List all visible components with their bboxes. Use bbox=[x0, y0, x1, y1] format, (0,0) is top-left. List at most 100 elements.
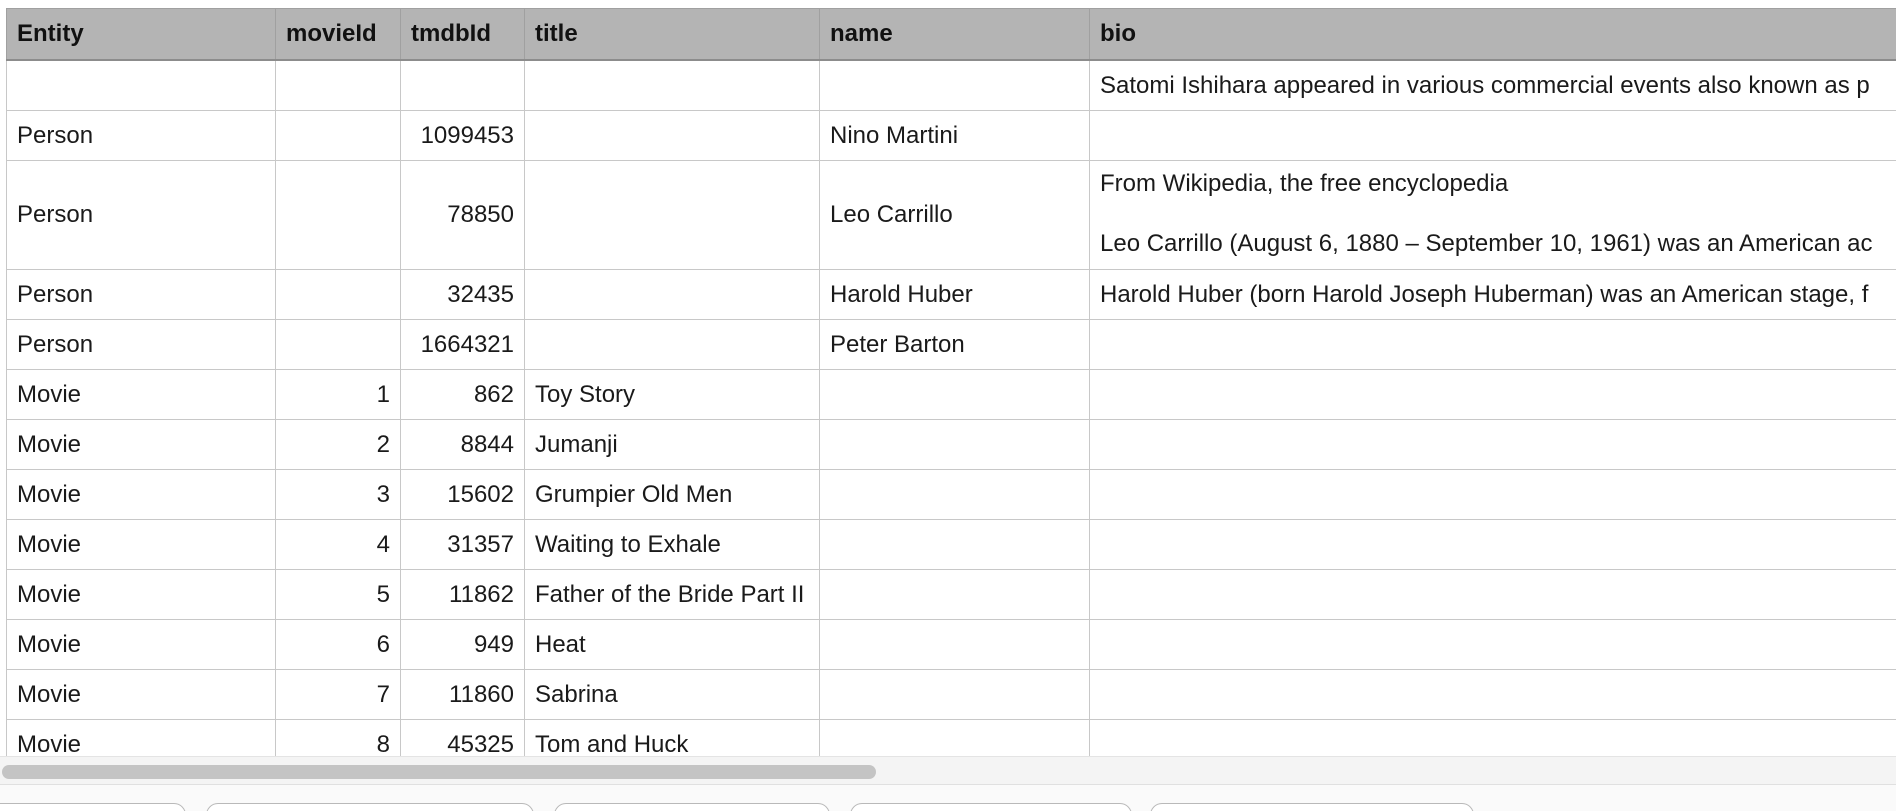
cell-name[interactable]: Leo Carrillo bbox=[820, 161, 1090, 270]
cell-movieid[interactable] bbox=[276, 320, 401, 370]
cell-bio[interactable] bbox=[1090, 370, 1896, 420]
cell-name[interactable] bbox=[820, 520, 1090, 570]
cell-bio[interactable] bbox=[1090, 320, 1896, 370]
table-row[interactable]: Movie 2 8844 Jumanji bbox=[7, 420, 1896, 470]
cell-title[interactable]: Toy Story bbox=[525, 370, 820, 420]
cell-movieid[interactable]: 6 bbox=[276, 620, 401, 670]
cell-entity[interactable]: Person bbox=[7, 111, 276, 161]
cell-movieid[interactable] bbox=[276, 161, 401, 270]
cell-entity[interactable]: Person bbox=[7, 320, 276, 370]
cell-entity[interactable]: Person bbox=[7, 161, 276, 270]
table-row[interactable]: Movie 4 31357 Waiting to Exhale bbox=[7, 520, 1896, 570]
cell-tmdbid[interactable]: 11860 bbox=[401, 670, 525, 720]
cell-entity[interactable]: Movie bbox=[7, 420, 276, 470]
cell-name[interactable]: Nino Martini bbox=[820, 111, 1090, 161]
cell-bio[interactable]: Satomi Ishihara appeared in various comm… bbox=[1090, 60, 1896, 111]
cell-title[interactable] bbox=[525, 111, 820, 161]
cell-movieid[interactable] bbox=[276, 60, 401, 111]
cell-tmdbid[interactable]: 8844 bbox=[401, 420, 525, 470]
cell-bio[interactable] bbox=[1090, 470, 1896, 520]
scrollbar-thumb[interactable] bbox=[2, 765, 876, 779]
cell-name[interactable] bbox=[820, 570, 1090, 620]
cell-name[interactable] bbox=[820, 420, 1090, 470]
column-header-name[interactable]: name bbox=[820, 9, 1090, 61]
cell-name[interactable] bbox=[820, 60, 1090, 111]
cell-bio[interactable] bbox=[1090, 111, 1896, 161]
cell-movieid[interactable] bbox=[276, 270, 401, 320]
cell-title[interactable] bbox=[525, 270, 820, 320]
column-header-tmdbid[interactable]: tmdbId bbox=[401, 9, 525, 61]
cell-name[interactable] bbox=[820, 370, 1090, 420]
cell-bio[interactable] bbox=[1090, 420, 1896, 470]
cell-name[interactable] bbox=[820, 670, 1090, 720]
cell-entity[interactable]: Movie bbox=[7, 570, 276, 620]
cell-tmdbid[interactable]: 11862 bbox=[401, 570, 525, 620]
cell-name[interactable] bbox=[820, 470, 1090, 520]
cell-movieid[interactable]: 8 bbox=[276, 720, 401, 757]
table-row[interactable]: Person 1099453 Nino Martini bbox=[7, 111, 1896, 161]
cell-title[interactable]: Heat bbox=[525, 620, 820, 670]
cell-title[interactable] bbox=[525, 320, 820, 370]
cell-entity[interactable] bbox=[7, 60, 276, 111]
cell-tmdbid[interactable]: 862 bbox=[401, 370, 525, 420]
results-grid[interactable]: Entity movieId tmdbId title name bio Sat… bbox=[0, 0, 1896, 756]
cell-name[interactable] bbox=[820, 720, 1090, 757]
cell-tmdbid[interactable]: 1099453 bbox=[401, 111, 525, 161]
cell-tmdbid[interactable] bbox=[401, 60, 525, 111]
cell-entity[interactable]: Movie bbox=[7, 670, 276, 720]
cell-tmdbid[interactable]: 949 bbox=[401, 620, 525, 670]
cell-title[interactable] bbox=[525, 60, 820, 111]
table-row[interactable]: Satomi Ishihara appeared in various comm… bbox=[7, 60, 1896, 111]
cell-entity[interactable]: Movie bbox=[7, 370, 276, 420]
cell-name[interactable] bbox=[820, 620, 1090, 670]
cell-movieid[interactable]: 1 bbox=[276, 370, 401, 420]
cell-name[interactable]: Peter Barton bbox=[820, 320, 1090, 370]
cell-bio[interactable] bbox=[1090, 670, 1896, 720]
cell-bio[interactable]: From Wikipedia, the free encyclopedia Le… bbox=[1090, 161, 1896, 270]
horizontal-scrollbar[interactable] bbox=[0, 756, 1896, 785]
cell-bio[interactable]: Harold Huber (born Harold Joseph Huberma… bbox=[1090, 270, 1896, 320]
cell-bio[interactable] bbox=[1090, 570, 1896, 620]
table-row[interactable]: Movie 5 11862 Father of the Bride Part I… bbox=[7, 570, 1896, 620]
cell-title[interactable]: Grumpier Old Men bbox=[525, 470, 820, 520]
cell-title[interactable]: Waiting to Exhale bbox=[525, 520, 820, 570]
cell-movieid[interactable]: 7 bbox=[276, 670, 401, 720]
table-row[interactable]: Movie 8 45325 Tom and Huck bbox=[7, 720, 1896, 757]
table-row[interactable]: Person 78850 Leo Carrillo From Wikipedia… bbox=[7, 161, 1896, 270]
cell-movieid[interactable]: 4 bbox=[276, 520, 401, 570]
cell-movieid[interactable]: 5 bbox=[276, 570, 401, 620]
cell-bio[interactable] bbox=[1090, 620, 1896, 670]
cell-title[interactable] bbox=[525, 161, 820, 270]
cell-entity[interactable]: Movie bbox=[7, 620, 276, 670]
table-row[interactable]: Movie 3 15602 Grumpier Old Men bbox=[7, 470, 1896, 520]
cell-entity[interactable]: Movie bbox=[7, 720, 276, 757]
cell-movieid[interactable]: 3 bbox=[276, 470, 401, 520]
cell-entity[interactable]: Movie bbox=[7, 470, 276, 520]
cell-tmdbid[interactable]: 45325 bbox=[401, 720, 525, 757]
table-row[interactable]: Person 32435 Harold Huber Harold Huber (… bbox=[7, 270, 1896, 320]
column-header-bio[interactable]: bio bbox=[1090, 9, 1896, 61]
cell-title[interactable]: Father of the Bride Part II bbox=[525, 570, 820, 620]
column-header-entity[interactable]: Entity bbox=[7, 9, 276, 61]
cell-bio[interactable] bbox=[1090, 520, 1896, 570]
cell-tmdbid[interactable]: 15602 bbox=[401, 470, 525, 520]
cell-bio[interactable] bbox=[1090, 720, 1896, 757]
column-header-title[interactable]: title bbox=[525, 9, 820, 61]
column-header-movieid[interactable]: movieId bbox=[276, 9, 401, 61]
cell-movieid[interactable]: 2 bbox=[276, 420, 401, 470]
table-row[interactable]: Movie 7 11860 Sabrina bbox=[7, 670, 1896, 720]
table-row[interactable]: Person 1664321 Peter Barton bbox=[7, 320, 1896, 370]
table-row[interactable]: Movie 6 949 Heat bbox=[7, 620, 1896, 670]
cell-tmdbid[interactable]: 78850 bbox=[401, 161, 525, 270]
table-row[interactable]: Movie 1 862 Toy Story bbox=[7, 370, 1896, 420]
cell-title[interactable]: Sabrina bbox=[525, 670, 820, 720]
cell-tmdbid[interactable]: 1664321 bbox=[401, 320, 525, 370]
cell-movieid[interactable] bbox=[276, 111, 401, 161]
cell-tmdbid[interactable]: 31357 bbox=[401, 520, 525, 570]
cell-title[interactable]: Jumanji bbox=[525, 420, 820, 470]
cell-name[interactable]: Harold Huber bbox=[820, 270, 1090, 320]
cell-tmdbid[interactable]: 32435 bbox=[401, 270, 525, 320]
cell-entity[interactable]: Person bbox=[7, 270, 276, 320]
cell-entity[interactable]: Movie bbox=[7, 520, 276, 570]
cell-title[interactable]: Tom and Huck bbox=[525, 720, 820, 757]
